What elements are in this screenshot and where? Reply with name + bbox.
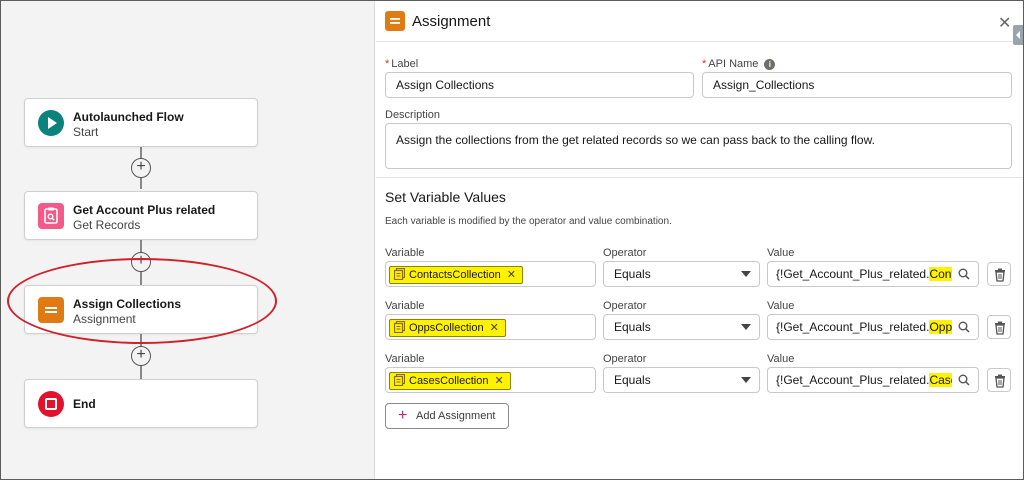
- delete-row-button[interactable]: [987, 368, 1011, 392]
- collection-icon: [394, 268, 405, 280]
- panel-title: Assignment: [412, 13, 491, 30]
- value-text: {!Get_Account_Plus_related.: [776, 267, 930, 281]
- variable-pill-label: OppsCollection: [409, 322, 484, 334]
- delete-row-button[interactable]: [987, 262, 1011, 286]
- api-name-field-label: * API Name i: [702, 58, 776, 70]
- section-divider: [376, 177, 1023, 178]
- node-subtitle: Get Records: [73, 218, 141, 232]
- get-records-icon: [38, 203, 64, 229]
- value-input[interactable]: {!Get_Account_Plus_related.Opportun: [767, 314, 979, 340]
- value-highlight: Opportun: [929, 320, 952, 334]
- operator-column-label: Operator: [603, 300, 647, 312]
- node-title: Autolaunched Flow: [73, 110, 184, 124]
- section-title: Set Variable Values: [385, 189, 506, 205]
- collection-icon: [394, 321, 405, 333]
- node-title: Get Account Plus related: [73, 203, 216, 217]
- search-icon: [958, 321, 970, 333]
- collapse-panel-handle[interactable]: [1013, 25, 1023, 45]
- properties-panel: Assignment ✕ * Label Assign Collections *…: [376, 1, 1023, 479]
- info-icon[interactable]: i: [764, 58, 776, 70]
- variable-input[interactable]: CasesCollection ✕: [385, 367, 596, 393]
- chevron-down-icon: [741, 324, 751, 330]
- value-input[interactable]: {!Get_Account_Plus_related.Cases}: [767, 367, 979, 393]
- trash-icon: [995, 321, 1005, 335]
- value-highlight: Cases}: [929, 373, 952, 387]
- variable-column-label: Variable: [385, 247, 425, 259]
- value-text: {!Get_Account_Plus_related.: [776, 320, 930, 334]
- value-text: {!Get_Account_Plus_related.: [776, 373, 930, 387]
- value-column-label: Value: [767, 247, 795, 259]
- variable-pill-label: ContactsCollection: [409, 269, 501, 281]
- collection-icon: [394, 374, 405, 386]
- description-field-label: Description: [385, 109, 441, 121]
- label-field-label: * Label: [385, 58, 419, 70]
- value-input[interactable]: {!Get_Account_Plus_related.Contacts}: [767, 261, 979, 287]
- flow-node-end[interactable]: End: [24, 379, 258, 428]
- variable-input[interactable]: ContactsCollection ✕: [385, 261, 596, 287]
- chevron-down-icon: [741, 271, 751, 277]
- add-element-button[interactable]: +: [131, 158, 151, 178]
- delete-row-button[interactable]: [987, 315, 1011, 339]
- add-assignment-label: Add Assignment: [416, 410, 496, 422]
- remove-variable-icon[interactable]: ✕: [494, 375, 503, 387]
- highlight-ellipse: [7, 258, 277, 344]
- operator-select[interactable]: Equals: [603, 367, 760, 393]
- node-title: End: [73, 397, 96, 411]
- operator-value: Equals: [614, 267, 651, 281]
- variable-pill: CasesCollection ✕: [389, 372, 511, 390]
- flow-node-get-records[interactable]: Get Account Plus related Get Records: [24, 191, 258, 240]
- flow-canvas[interactable]: Autolaunched Flow Start + Get Account Pl…: [1, 1, 375, 479]
- operator-select[interactable]: Equals: [603, 261, 760, 287]
- trash-icon: [995, 268, 1005, 282]
- api-name-input[interactable]: Assign_Collections: [702, 72, 1012, 98]
- flow-node-start[interactable]: Autolaunched Flow Start: [24, 98, 258, 147]
- description-textarea[interactable]: Assign the collections from the get rela…: [385, 123, 1012, 169]
- operator-column-label: Operator: [603, 247, 647, 259]
- node-subtitle: Start: [73, 125, 99, 139]
- variable-pill: OppsCollection ✕: [389, 319, 506, 337]
- variable-column-label: Variable: [385, 300, 425, 312]
- section-description: Each variable is modified by the operato…: [385, 216, 672, 227]
- search-icon: [958, 374, 970, 386]
- operator-select[interactable]: Equals: [603, 314, 760, 340]
- assignment-icon: [385, 11, 405, 31]
- trash-icon: [995, 374, 1005, 388]
- window-frame: Autolaunched Flow Start + Get Account Pl…: [0, 0, 1024, 480]
- stop-icon: [38, 391, 64, 417]
- remove-variable-icon[interactable]: ✕: [490, 322, 499, 334]
- value-highlight: Contacts}: [929, 267, 952, 281]
- variable-pill: ContactsCollection ✕: [389, 266, 523, 284]
- chevron-down-icon: [741, 377, 751, 383]
- value-column-label: Value: [767, 353, 795, 365]
- plus-icon: +: [398, 407, 408, 424]
- variable-column-label: Variable: [385, 353, 425, 365]
- close-icon[interactable]: ✕: [998, 13, 1011, 33]
- variable-pill-label: CasesCollection: [409, 375, 489, 387]
- add-assignment-button[interactable]: + Add Assignment: [385, 403, 509, 429]
- value-column-label: Value: [767, 300, 795, 312]
- play-icon: [38, 110, 64, 136]
- search-icon: [958, 268, 970, 280]
- operator-value: Equals: [614, 320, 651, 334]
- label-input[interactable]: Assign Collections: [385, 72, 694, 98]
- variable-input[interactable]: OppsCollection ✕: [385, 314, 596, 340]
- add-element-button[interactable]: +: [131, 346, 151, 366]
- operator-column-label: Operator: [603, 353, 647, 365]
- operator-value: Equals: [614, 373, 651, 387]
- panel-header: Assignment ✕: [376, 1, 1023, 45]
- remove-variable-icon[interactable]: ✕: [507, 269, 516, 281]
